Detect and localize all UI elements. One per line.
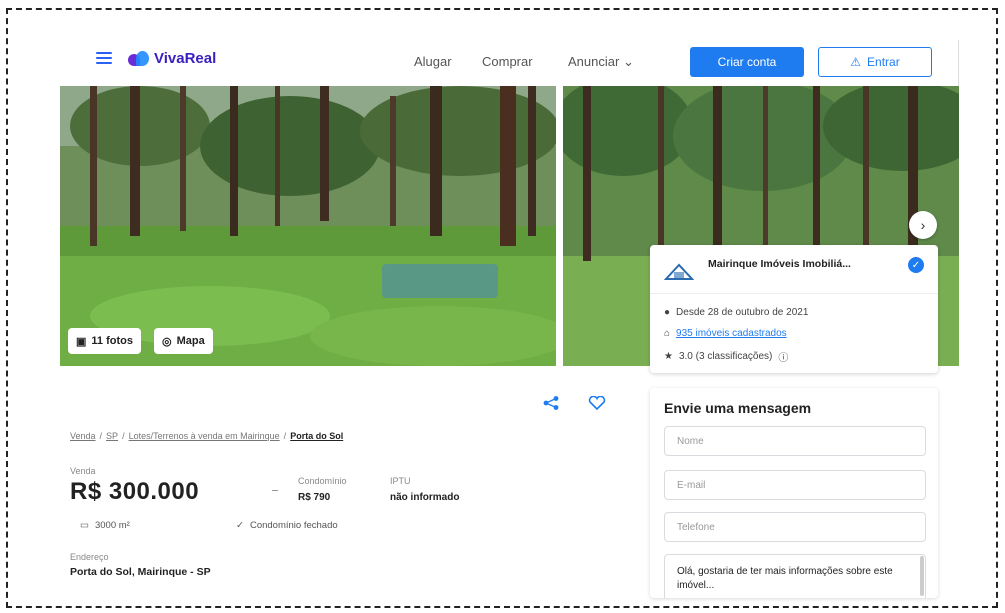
user-icon: ⚠ [850, 55, 862, 69]
advertiser-name[interactable]: Mairinque Imóveis Imobiliá... [708, 258, 904, 270]
breadcrumb-sep: / [283, 431, 287, 441]
map-label: Mapa [176, 335, 205, 347]
advertiser-properties-link[interactable]: 935 imóveis cadastrados [676, 328, 787, 339]
verified-icon: ✓ [908, 257, 924, 273]
advertiser-card[interactable]: Mairinque Imóveis Imobiliá... ✓ ● Desde … [650, 245, 938, 373]
condo-fee-value: R$ 790 [298, 492, 331, 503]
condo-fee-label: Condomínio [298, 476, 347, 486]
breadcrumb-item[interactable]: Venda [70, 431, 96, 441]
feature-condo: ✓ Condomínio fechado [236, 520, 338, 531]
contact-form: Envie uma mensagem Olá, gostaria de ter … [650, 388, 938, 598]
brand-name: VivaReal [154, 50, 217, 67]
heart-icon[interactable] [588, 396, 606, 410]
vivareal-logo[interactable]: VivaReal [128, 50, 216, 67]
share-icon[interactable] [542, 396, 560, 410]
photos-button[interactable]: ▣ 11 fotos [68, 328, 141, 354]
nav-anunciar-label: Anunciar [568, 54, 620, 69]
advertiser-logo-icon [664, 263, 694, 280]
area-text: 3000 m² [94, 520, 130, 531]
info-icon[interactable]: ⓘ [778, 349, 788, 364]
feature-area: ▭ 3000 m² [80, 520, 130, 531]
phone-input[interactable] [664, 512, 926, 542]
advertiser-rating-text: 3.0 (3 classificações) [678, 351, 773, 362]
logo-mark-icon [128, 50, 150, 67]
price: R$ 300.000 [70, 478, 200, 505]
area-icon: ▭ [80, 520, 89, 531]
map-button[interactable]: ◎ Mapa [154, 328, 213, 354]
star-icon: ★ [664, 351, 673, 362]
home-icon: ⌂ [664, 328, 671, 339]
nav-anunciar[interactable]: Anunciar ⌄ [568, 54, 634, 70]
camera-icon: ▣ [76, 335, 87, 348]
breadcrumb-item[interactable]: SP [106, 431, 118, 441]
name-input[interactable] [664, 426, 926, 456]
next-photo-button[interactable]: › [909, 211, 937, 239]
advertiser-since: ● Desde 28 de outubro de 2021 [664, 307, 808, 318]
breadcrumb-sep: / [99, 431, 103, 441]
map-pin-icon: ◎ [162, 335, 172, 348]
menu-icon[interactable] [96, 52, 112, 64]
nav-alugar[interactable]: Alugar [414, 54, 452, 69]
advertiser-properties: ⌂ 935 imóveis cadastrados [664, 328, 787, 339]
iptu-label: IPTU [390, 476, 411, 486]
login-label: Entrar [867, 55, 900, 69]
main-photo[interactable]: ▣ 11 fotos ◎ Mapa [60, 86, 556, 366]
advertiser-divider [650, 293, 938, 294]
sale-label: Venda [70, 466, 96, 476]
price-divider [272, 490, 278, 491]
iptu-value: não informado [390, 492, 460, 503]
forest-photo-1 [60, 86, 556, 366]
breadcrumb: Venda / SP / Lotes/Terrenos à venda em Mairi… [70, 431, 343, 441]
address-value: Porta do Sol, Mairinque - SP [70, 566, 211, 578]
chevron-down-icon: ⌄ [622, 54, 634, 69]
check-icon: ✓ [236, 520, 244, 531]
photos-label: 11 fotos [91, 335, 133, 347]
breadcrumb-sep: / [122, 431, 125, 441]
condo-feature-text: Condomínio fechado [249, 520, 338, 531]
login-button[interactable]: ⚠ Entrar [818, 47, 932, 77]
advertiser-rating: ★ 3.0 (3 classificações) ⓘ [664, 349, 788, 364]
contact-title: Envie uma mensagem [664, 400, 812, 416]
clock-icon: ● [664, 307, 671, 318]
top-header: VivaReal Alugar Comprar Anunciar ⌄ Criar… [60, 40, 960, 84]
message-textarea[interactable]: Olá, gostaria de ter mais informações so… [664, 554, 926, 598]
email-input[interactable] [664, 470, 926, 500]
breadcrumb-item[interactable]: Lotes/Terrenos à venda em Mairinque [129, 431, 280, 441]
address-label: Endereço [70, 552, 109, 562]
chevron-right-icon: › [920, 217, 926, 233]
message-scrollbar[interactable] [920, 556, 924, 596]
nav-comprar[interactable]: Comprar [482, 54, 533, 69]
create-account-button[interactable]: Criar conta [690, 47, 804, 77]
breadcrumb-current[interactable]: Porta do Sol [290, 431, 343, 441]
advertiser-since-text: Desde 28 de outubro de 2021 [676, 307, 809, 318]
